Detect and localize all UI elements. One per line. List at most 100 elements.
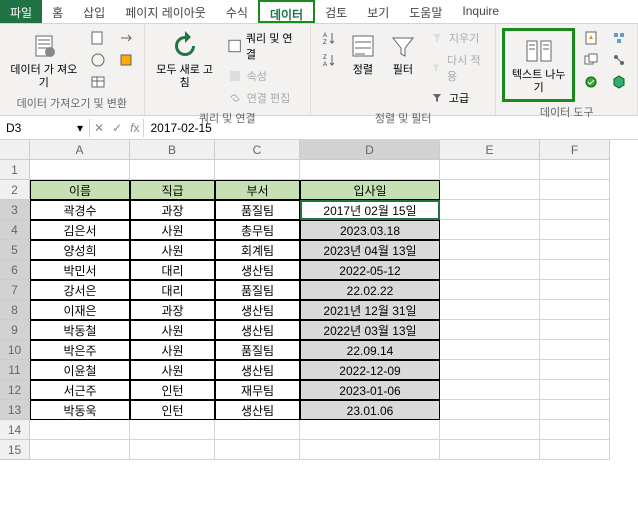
from-table-icon[interactable] <box>86 72 110 92</box>
cell-B2[interactable]: 직급 <box>130 180 215 200</box>
cell-E15[interactable] <box>440 440 540 460</box>
cell-D2[interactable]: 입사일 <box>300 180 440 200</box>
row-header-11[interactable]: 11 <box>0 360 30 380</box>
cell-D5[interactable]: 2023년 04월 13일 <box>300 240 440 260</box>
cell-C11[interactable]: 생산팀 <box>215 360 300 380</box>
edit-links-button[interactable]: 연결 편집 <box>223 88 304 108</box>
cell-E7[interactable] <box>440 280 540 300</box>
cell-C1[interactable] <box>215 160 300 180</box>
tab-insert[interactable]: 삽입 <box>73 0 115 23</box>
sort-az-icon[interactable]: AZ <box>317 28 341 48</box>
sort-button[interactable]: 정렬 <box>345 28 381 79</box>
col-header-C[interactable]: C <box>215 140 300 160</box>
formula-input[interactable]: 2017-02-15 <box>143 119 638 137</box>
cell-E13[interactable] <box>440 400 540 420</box>
cell-D4[interactable]: 2023.03.18 <box>300 220 440 240</box>
cell-E9[interactable] <box>440 320 540 340</box>
cell-D10[interactable]: 22.09.14 <box>300 340 440 360</box>
get-data-button[interactable]: 데이터 가 져오기 <box>6 28 82 92</box>
tab-inquire[interactable]: Inquire <box>452 0 509 23</box>
cell-C9[interactable]: 생산팀 <box>215 320 300 340</box>
cell-D8[interactable]: 2021년 12월 31일 <box>300 300 440 320</box>
cell-E4[interactable] <box>440 220 540 240</box>
name-box[interactable]: D3 ▾ <box>0 119 90 137</box>
tab-file[interactable]: 파일 <box>0 0 42 23</box>
row-header-8[interactable]: 8 <box>0 300 30 320</box>
tab-layout[interactable]: 페이지 레이아웃 <box>115 0 216 23</box>
cell-A9[interactable]: 박동철 <box>30 320 130 340</box>
cell-D1[interactable] <box>300 160 440 180</box>
cell-E10[interactable] <box>440 340 540 360</box>
cell-F4[interactable] <box>540 220 610 240</box>
cell-A11[interactable]: 이윤철 <box>30 360 130 380</box>
col-header-E[interactable]: E <box>440 140 540 160</box>
cell-F7[interactable] <box>540 280 610 300</box>
advanced-button[interactable]: 고급 <box>425 88 490 108</box>
row-header-5[interactable]: 5 <box>0 240 30 260</box>
cell-A4[interactable]: 김은서 <box>30 220 130 240</box>
cell-A3[interactable]: 곽경수 <box>30 200 130 220</box>
consolidate-icon[interactable] <box>607 28 631 48</box>
cell-C15[interactable] <box>215 440 300 460</box>
cell-E2[interactable] <box>440 180 540 200</box>
cell-C10[interactable]: 품질팀 <box>215 340 300 360</box>
cell-C4[interactable]: 총무팀 <box>215 220 300 240</box>
row-header-10[interactable]: 10 <box>0 340 30 360</box>
cell-B9[interactable]: 사원 <box>130 320 215 340</box>
cell-B4[interactable]: 사원 <box>130 220 215 240</box>
filter-button[interactable]: 필터 <box>385 28 421 79</box>
cell-B6[interactable]: 대리 <box>130 260 215 280</box>
col-header-D[interactable]: D <box>300 140 440 160</box>
cell-E11[interactable] <box>440 360 540 380</box>
row-header-15[interactable]: 15 <box>0 440 30 460</box>
tab-home[interactable]: 홈 <box>42 0 73 23</box>
cell-C5[interactable]: 회계팀 <box>215 240 300 260</box>
cell-D3[interactable]: 2017년 02월 15일 <box>300 200 440 220</box>
cell-D7[interactable]: 22.02.22 <box>300 280 440 300</box>
cell-B10[interactable]: 사원 <box>130 340 215 360</box>
cell-C6[interactable]: 생산팀 <box>215 260 300 280</box>
text-to-columns-button[interactable]: 텍스트 나누기 <box>507 33 570 97</box>
cell-F11[interactable] <box>540 360 610 380</box>
col-header-F[interactable]: F <box>540 140 610 160</box>
row-header-6[interactable]: 6 <box>0 260 30 280</box>
cell-D15[interactable] <box>300 440 440 460</box>
tab-help[interactable]: 도움말 <box>399 0 452 23</box>
cell-F15[interactable] <box>540 440 610 460</box>
cell-E12[interactable] <box>440 380 540 400</box>
cell-E1[interactable] <box>440 160 540 180</box>
row-header-13[interactable]: 13 <box>0 400 30 420</box>
col-header-B[interactable]: B <box>130 140 215 160</box>
cell-D12[interactable]: 2023-01-06 <box>300 380 440 400</box>
col-header-A[interactable]: A <box>30 140 130 160</box>
cell-E6[interactable] <box>440 260 540 280</box>
cell-E3[interactable] <box>440 200 540 220</box>
cell-F5[interactable] <box>540 240 610 260</box>
cell-A10[interactable]: 박은주 <box>30 340 130 360</box>
cell-B15[interactable] <box>130 440 215 460</box>
cell-A12[interactable]: 서근주 <box>30 380 130 400</box>
cell-C3[interactable]: 품질팀 <box>215 200 300 220</box>
data-validation-icon[interactable] <box>579 72 603 92</box>
cell-C2[interactable]: 부서 <box>215 180 300 200</box>
cell-E14[interactable] <box>440 420 540 440</box>
cell-C7[interactable]: 품질팀 <box>215 280 300 300</box>
cell-D11[interactable]: 2022-12-09 <box>300 360 440 380</box>
recent-sources-icon[interactable] <box>114 28 138 48</box>
select-all-corner[interactable] <box>0 140 30 160</box>
properties-button[interactable]: 속성 <box>223 66 304 86</box>
row-header-1[interactable]: 1 <box>0 160 30 180</box>
cell-D13[interactable]: 23.01.06 <box>300 400 440 420</box>
flash-fill-icon[interactable] <box>579 28 603 48</box>
row-header-3[interactable]: 3 <box>0 200 30 220</box>
row-header-4[interactable]: 4 <box>0 220 30 240</box>
data-model-icon[interactable] <box>607 72 631 92</box>
cell-A13[interactable]: 박동욱 <box>30 400 130 420</box>
cell-D14[interactable] <box>300 420 440 440</box>
cell-F2[interactable] <box>540 180 610 200</box>
cell-A7[interactable]: 강서은 <box>30 280 130 300</box>
remove-dup-icon[interactable] <box>579 50 603 70</box>
cell-A1[interactable] <box>30 160 130 180</box>
cell-A6[interactable]: 박민서 <box>30 260 130 280</box>
cell-A2[interactable]: 이름 <box>30 180 130 200</box>
